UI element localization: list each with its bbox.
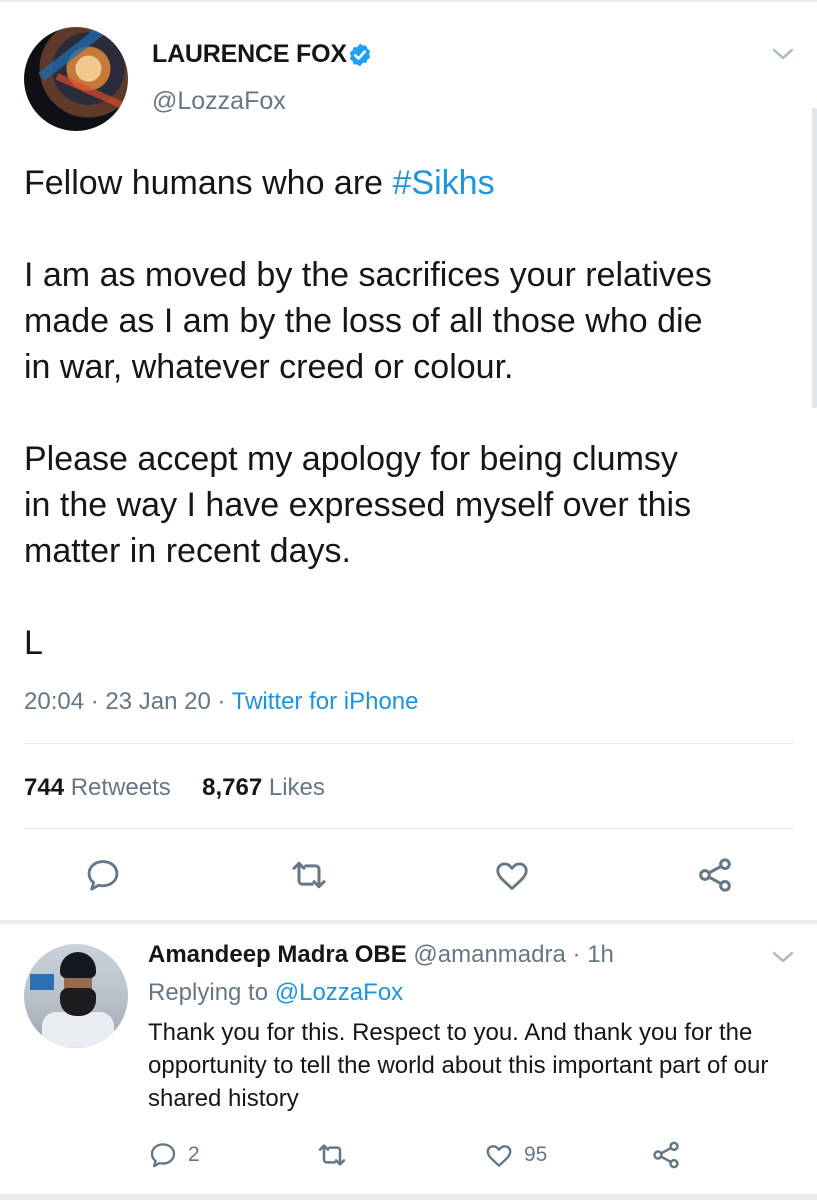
reply-avatar[interactable] <box>24 944 128 1048</box>
bottom-divider <box>0 1194 817 1200</box>
verified-badge-icon <box>349 43 371 67</box>
avatar-turban <box>60 952 96 978</box>
tweet-text: Fellow humans who are #Sikhs I am as mov… <box>24 160 804 666</box>
tweet-text-intro: Fellow humans who are <box>24 164 393 202</box>
likes-label: Likes <box>268 774 325 801</box>
replying-to-handle[interactable]: @LozzaFox <box>275 979 403 1006</box>
meta-separator: · <box>572 941 581 968</box>
avatar-shirt <box>42 1012 114 1048</box>
section-divider <box>0 920 817 924</box>
avatar-background-screen <box>30 974 54 990</box>
author-name[interactable]: LAURENCE FOX <box>152 40 347 69</box>
tweet-time: 20:04 <box>24 688 85 715</box>
like-icon <box>486 1145 512 1167</box>
retweet-icon <box>292 861 326 889</box>
reply-share-button[interactable] <box>650 1138 682 1172</box>
like-icon <box>496 862 528 890</box>
reply-icon <box>150 1143 176 1168</box>
reply-author-handle[interactable]: @amanmadra <box>413 941 565 968</box>
tweet-meta: 20:04 · 23 Jan 20 · Twitter for iPhone <box>24 688 418 716</box>
divider <box>24 743 794 744</box>
meta-separator: · <box>90 688 99 715</box>
chevron-down-icon[interactable] <box>771 44 795 64</box>
share-icon <box>699 858 731 892</box>
reply-age: 1h <box>587 941 614 968</box>
share-icon <box>653 1141 679 1169</box>
share-button[interactable] <box>693 853 737 897</box>
tweet-detail-screen: LAURENCE FOX @LozzaFox Fellow humans who… <box>0 0 817 1200</box>
top-divider <box>0 0 817 2</box>
author-handle[interactable]: @LozzaFox <box>152 87 286 116</box>
meta-separator: · <box>217 688 226 715</box>
avatar-beard <box>60 988 96 1016</box>
retweet-icon <box>318 1144 346 1166</box>
reply-reply-button[interactable]: 2 <box>148 1138 200 1172</box>
reply-author-name[interactable]: Amandeep Madra OBE <box>148 941 407 968</box>
tweet-source-link[interactable]: Twitter for iPhone <box>232 688 419 715</box>
likes-stat[interactable]: 8,767 Likes <box>202 774 325 801</box>
reply-like-button[interactable]: 95 <box>484 1138 547 1172</box>
reply-text: Thank you for this. Respect to you. And … <box>148 1019 769 1112</box>
reply-like-count: 95 <box>524 1143 548 1166</box>
retweets-stat[interactable]: 744 Retweets <box>24 774 171 801</box>
reply-icon <box>87 860 119 891</box>
tweet-date: 23 Jan 20 <box>105 688 211 715</box>
scrollbar[interactable] <box>812 108 817 408</box>
hashtag-link[interactable]: #Sikhs <box>393 164 495 202</box>
avatar-art-stroke <box>55 73 123 108</box>
tweet-text-body: I am as moved by the sacrifices your rel… <box>24 256 712 662</box>
reply-button[interactable] <box>81 853 125 897</box>
replying-to: Replying to @LozzaFox <box>148 979 403 1007</box>
avatar[interactable] <box>24 27 128 131</box>
replying-to-label: Replying to <box>148 979 275 1006</box>
retweets-count: 744 <box>24 774 65 801</box>
reply-count: 2 <box>188 1143 200 1166</box>
likes-count: 8,767 <box>202 774 263 801</box>
chevron-down-icon[interactable] <box>771 947 795 967</box>
avatar-art-stroke <box>38 27 114 82</box>
reply-header: Amandeep Madra OBE @amanmadra · 1h <box>148 941 614 969</box>
divider <box>24 828 794 829</box>
like-button[interactable] <box>490 853 534 897</box>
reply-retweet-button[interactable] <box>316 1138 348 1172</box>
tweet-stats: 744 Retweets 8,767 Likes <box>24 774 325 802</box>
retweets-label: Retweets <box>70 774 171 801</box>
retweet-button[interactable] <box>287 853 331 897</box>
